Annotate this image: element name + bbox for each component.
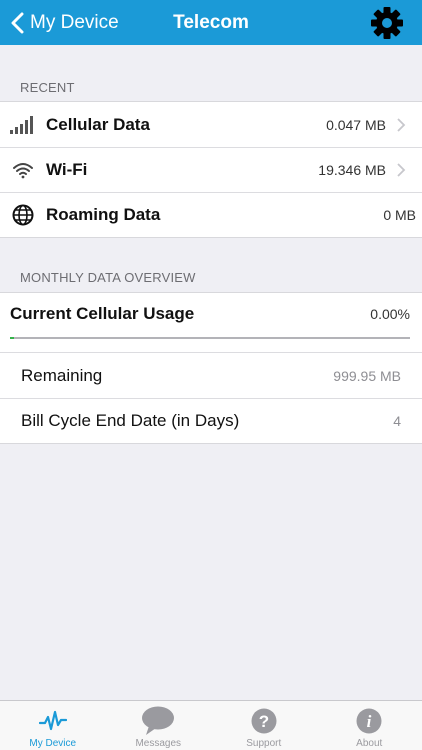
wifi-icon: [10, 158, 36, 182]
row-label: Cellular Data: [46, 114, 150, 134]
tab-about[interactable]: i About: [317, 701, 422, 750]
row-wifi[interactable]: Wi-Fi 19.346 MB: [0, 147, 422, 192]
tab-label: My Device: [29, 738, 77, 749]
recent-usage-list: Cellular Data 0.047 MB Wi-Fi 19.346 MB R…: [0, 101, 422, 238]
section-header-recent: RECENT: [20, 80, 75, 95]
row-value: 19.346 MB: [318, 161, 386, 178]
back-button-label: My Device: [30, 11, 119, 33]
row-roaming-data[interactable]: Roaming Data 0 MB: [0, 192, 422, 237]
gear-icon[interactable]: [370, 6, 404, 40]
row-value: 0 MB: [383, 206, 416, 223]
nav-bar: My Device Telecom: [0, 0, 422, 45]
usage-label: Current Cellular Usage: [10, 304, 195, 323]
monthly-details-list: Remaining 999.95 MB Bill Cycle End Date …: [0, 352, 422, 444]
row-value: 4: [393, 412, 401, 429]
tab-label: About: [356, 738, 383, 749]
signal-bars-icon: [10, 113, 36, 137]
tab-label: Support: [246, 738, 282, 749]
row-cellular-data[interactable]: Cellular Data 0.047 MB: [0, 102, 422, 147]
usage-progress-bar: [10, 337, 410, 339]
tab-label: Messages: [135, 738, 182, 749]
speech-bubble-icon: [141, 706, 175, 736]
globe-icon: [10, 203, 36, 227]
tab-bar: My Device Messages ? Support i About: [0, 700, 422, 750]
section-header-monthly: MONTHLY DATA OVERVIEW: [20, 270, 196, 285]
svg-text:?: ?: [259, 712, 269, 731]
row-remaining: Remaining 999.95 MB: [0, 353, 422, 398]
row-label: Remaining: [21, 365, 103, 385]
chevron-left-icon: [11, 12, 24, 33]
row-bill-cycle-end: Bill Cycle End Date (in Days) 4: [0, 398, 422, 443]
row-value: 999.95 MB: [333, 367, 401, 384]
tab-support[interactable]: ? Support: [211, 701, 317, 750]
chevron-right-icon: [397, 117, 406, 132]
row-label: Roaming Data: [46, 204, 161, 224]
current-cellular-usage: Current Cellular Usage 0.00%: [0, 292, 422, 352]
chevron-right-icon: [397, 162, 406, 177]
row-label: Bill Cycle End Date (in Days): [21, 410, 240, 430]
row-label: Wi-Fi: [46, 159, 88, 179]
tab-messages[interactable]: Messages: [106, 701, 212, 750]
question-circle-icon: ?: [247, 706, 281, 736]
row-value: 0.047 MB: [326, 116, 386, 133]
usage-percent: 0.00%: [370, 306, 410, 322]
svg-text:i: i: [367, 712, 372, 731]
back-button[interactable]: My Device: [10, 0, 119, 45]
pulse-icon: [36, 706, 70, 736]
usage-progress-fill: [10, 337, 14, 339]
tab-my-device[interactable]: My Device: [0, 701, 106, 750]
info-circle-icon: i: [352, 706, 386, 736]
